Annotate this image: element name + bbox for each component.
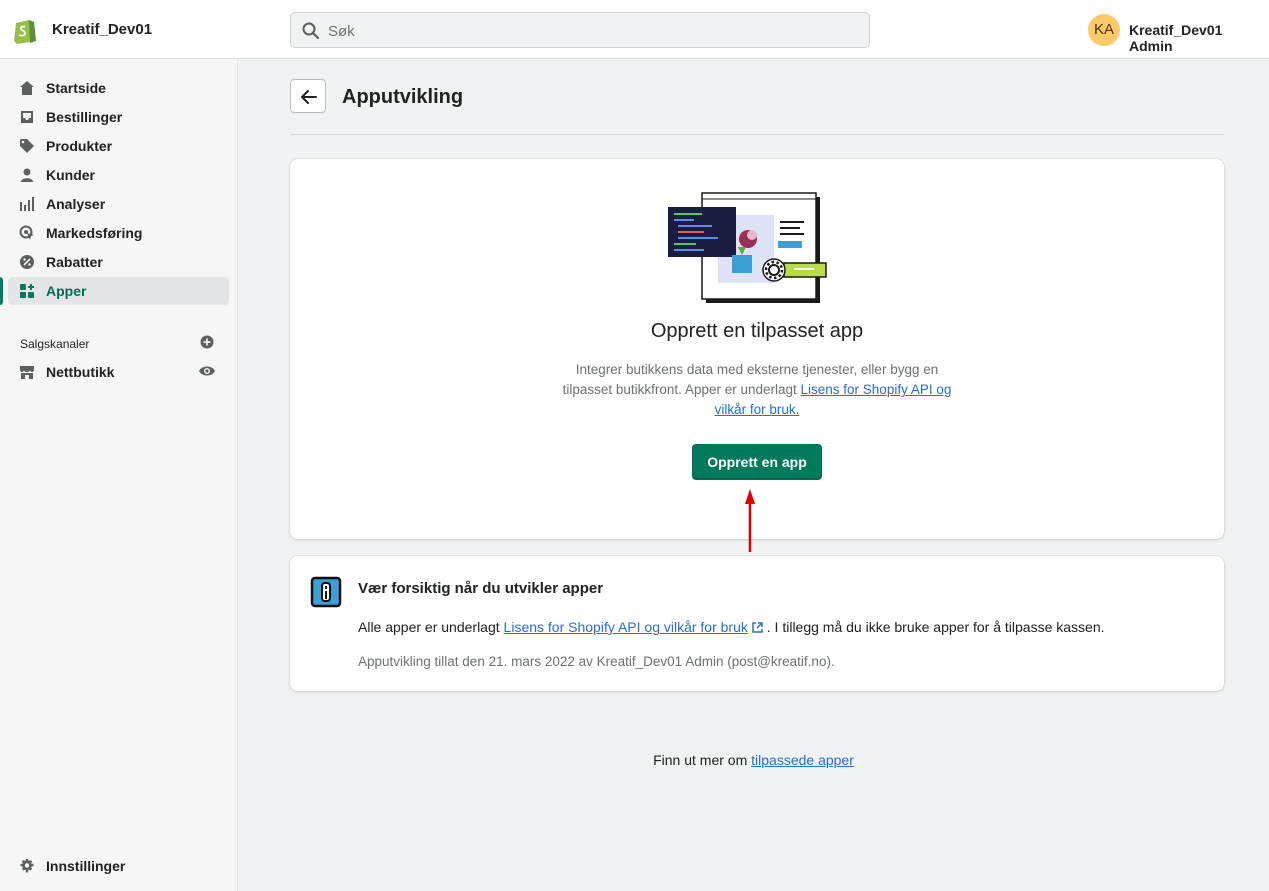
sidebar-item-kunder[interactable]: Kunder [8,161,229,189]
create-app-card: Opprett en tilpasset app Integrer butikk… [290,159,1224,539]
api-terms-link[interactable]: Lisens for Shopify API og vilkår for bru… [504,619,748,635]
permission-meta: Apputvikling tillat den 21. mars 2022 av… [358,654,835,669]
discount-icon [20,255,34,269]
page-title: Apputvikling [342,86,464,108]
warning-title: Vær forsiktig når du utvikler apper [358,580,604,597]
sidebar-item-rabatter[interactable]: Rabatter [8,248,229,276]
back-button[interactable] [290,79,326,113]
warning-body: Alle apper er underlagt Lisens for Shopi… [358,619,1105,635]
sidebar: Startside Bestillinger Produkter Kunder … [0,59,238,891]
search-icon [302,22,320,40]
avatar[interactable]: KA [1088,14,1120,46]
sidebar-item-nettbutikk[interactable]: Nettbutikk [8,358,229,386]
sidebar-item-startside[interactable]: Startside [8,74,229,102]
card-heading: Opprett en tilpasset app [650,320,864,342]
sidebar-item-label: Bestillinger [46,109,123,125]
sidebar-item-label: Kunder [46,167,95,183]
info-icon [310,576,342,608]
annotation-arrow-icon [745,489,755,552]
search-input[interactable]: Søk [290,12,870,48]
sidebar-item-label: Markedsføring [46,225,143,241]
gear-icon [20,859,34,873]
custom-apps-link[interactable]: tilpassede apper [751,752,854,768]
sales-channels-title: Salgskanaler [20,337,90,351]
home-icon [20,81,34,95]
sidebar-item-label: Startside [46,80,106,96]
divider [290,134,1224,135]
sidebar-item-apper[interactable]: Apper [0,277,229,305]
marketing-icon [19,225,34,240]
eye-icon[interactable] [198,364,216,378]
external-link-icon[interactable] [752,622,763,633]
search-placeholder: Søk [328,23,355,40]
store-icon [20,366,34,379]
sidebar-item-bestillinger[interactable]: Bestillinger [8,103,229,131]
arrow-left-icon [301,90,317,104]
orders-icon [21,111,33,123]
shopify-logo-icon[interactable] [12,16,38,44]
create-app-button[interactable]: Opprett en app [692,444,822,480]
warning-card: Vær forsiktig når du utvikler apper Alle… [290,556,1224,691]
sidebar-item-label: Nettbutikk [46,364,115,380]
add-circle-icon[interactable] [200,335,214,349]
sidebar-item-label: Rabatter [46,254,103,270]
sidebar-item-label: Produkter [46,138,113,154]
store-name[interactable]: Kreatif_Dev01 [52,21,152,38]
sidebar-item-label: Apper [46,283,87,299]
user-menu-name[interactable]: Kreatif_Dev01 Admin [1129,22,1269,54]
sidebar-item-label: Innstillinger [46,858,126,874]
footer-prefix: Finn ut mer om [653,752,752,768]
person-icon [21,168,33,182]
footer-note: Finn ut mer om tilpassede apper [238,752,1269,768]
card-description: Integrer butikkens data med eksterne tje… [557,360,957,420]
app-development-illustration [668,192,827,303]
sidebar-item-produkter[interactable]: Produkter [8,132,229,160]
sidebar-item-analyser[interactable]: Analyser [8,190,229,218]
analytics-icon [20,197,34,211]
warning-body-prefix: Alle apper er underlagt [358,619,504,635]
warning-body-suffix: . I tillegg må du ikke bruke apper for å… [766,619,1105,635]
top-bar: Kreatif_Dev01 Søk KA Kreatif_Dev01 Admin [0,0,1269,59]
sidebar-item-markedsforing[interactable]: Markedsføring [8,219,229,247]
tag-icon [20,139,34,153]
sidebar-item-innstillinger[interactable]: Innstillinger [8,852,229,880]
apps-icon [20,284,34,298]
sidebar-item-label: Analyser [46,196,106,212]
